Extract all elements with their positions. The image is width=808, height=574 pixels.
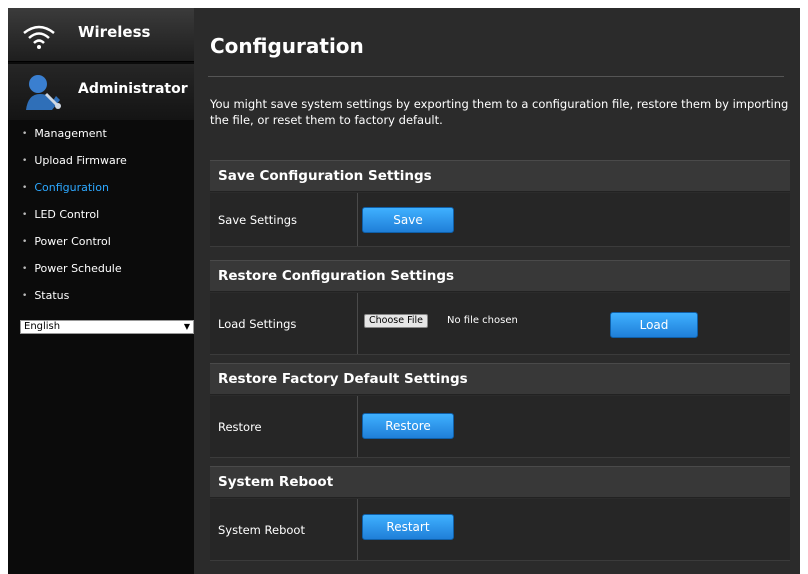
menu-item-label: Status (34, 289, 70, 302)
menu-item-label: Upload Firmware (34, 154, 127, 167)
bullet-icon: • (22, 290, 28, 301)
choose-file-button[interactable]: Choose File (364, 314, 428, 328)
menu-item-label: LED Control (34, 208, 100, 221)
page-title: Configuration (210, 34, 364, 58)
load-settings-row: Load Settings Choose File No file chosen… (210, 293, 790, 355)
sidebar: Wireless Administrator • Management • Up… (8, 8, 194, 574)
language-value: English (24, 321, 61, 332)
bullet-icon: • (22, 155, 28, 166)
restore-label: Restore (210, 396, 358, 457)
save-settings-row: Save Settings Save (210, 193, 790, 247)
menu-item-label: Power Schedule (34, 262, 122, 275)
wireless-nav[interactable]: Wireless (8, 8, 194, 62)
menu-item-label: Configuration (34, 181, 109, 194)
section-header-system-reboot: System Reboot (210, 466, 790, 498)
restore-button[interactable]: Restore (362, 413, 454, 439)
administrator-nav[interactable]: Administrator (8, 64, 194, 120)
menu-item-power-schedule[interactable]: • Power Schedule (8, 255, 194, 282)
menu-item-label: Management (34, 127, 107, 140)
page-description: You might save system settings by export… (210, 97, 789, 127)
section-header-save-configuration: Save Configuration Settings (210, 160, 790, 192)
wifi-icon (23, 25, 55, 49)
administrator-label: Administrator (78, 81, 188, 97)
menu-item-status[interactable]: • Status (8, 282, 194, 309)
section-header-restore-factory-default: Restore Factory Default Settings (210, 363, 790, 395)
wireless-label: Wireless (78, 23, 151, 41)
save-button[interactable]: Save (362, 207, 454, 233)
restart-button[interactable]: Restart (362, 514, 454, 540)
menu-item-management[interactable]: • Management (8, 120, 194, 147)
menu-item-led-control[interactable]: • LED Control (8, 201, 194, 228)
main-content: Configuration You might save system sett… (194, 8, 800, 574)
menu-item-upload-firmware[interactable]: • Upload Firmware (8, 147, 194, 174)
bullet-icon: • (22, 128, 28, 139)
file-status-text: No file chosen (447, 315, 518, 326)
restore-row: Restore Restore (210, 396, 790, 458)
admin-menu: • Management • Upload Firmware • Configu… (8, 120, 194, 309)
load-settings-label: Load Settings (210, 293, 358, 354)
menu-item-label: Power Control (34, 235, 111, 248)
bullet-icon: • (22, 182, 28, 193)
system-reboot-label: System Reboot (210, 499, 358, 560)
save-settings-label: Save Settings (210, 193, 358, 246)
load-button[interactable]: Load (610, 312, 698, 338)
menu-item-power-control[interactable]: • Power Control (8, 228, 194, 255)
dropdown-arrow-icon: ▼ (183, 322, 190, 331)
language-select[interactable]: English ▼ (20, 320, 194, 334)
bullet-icon: • (22, 263, 28, 274)
section-header-restore-configuration: Restore Configuration Settings (210, 260, 790, 292)
menu-item-configuration[interactable]: • Configuration (8, 174, 194, 201)
system-reboot-row: System Reboot Restart (210, 499, 790, 561)
title-divider (208, 76, 784, 77)
bullet-icon: • (22, 209, 28, 220)
administrator-icon (26, 75, 61, 110)
bullet-icon: • (22, 236, 28, 247)
